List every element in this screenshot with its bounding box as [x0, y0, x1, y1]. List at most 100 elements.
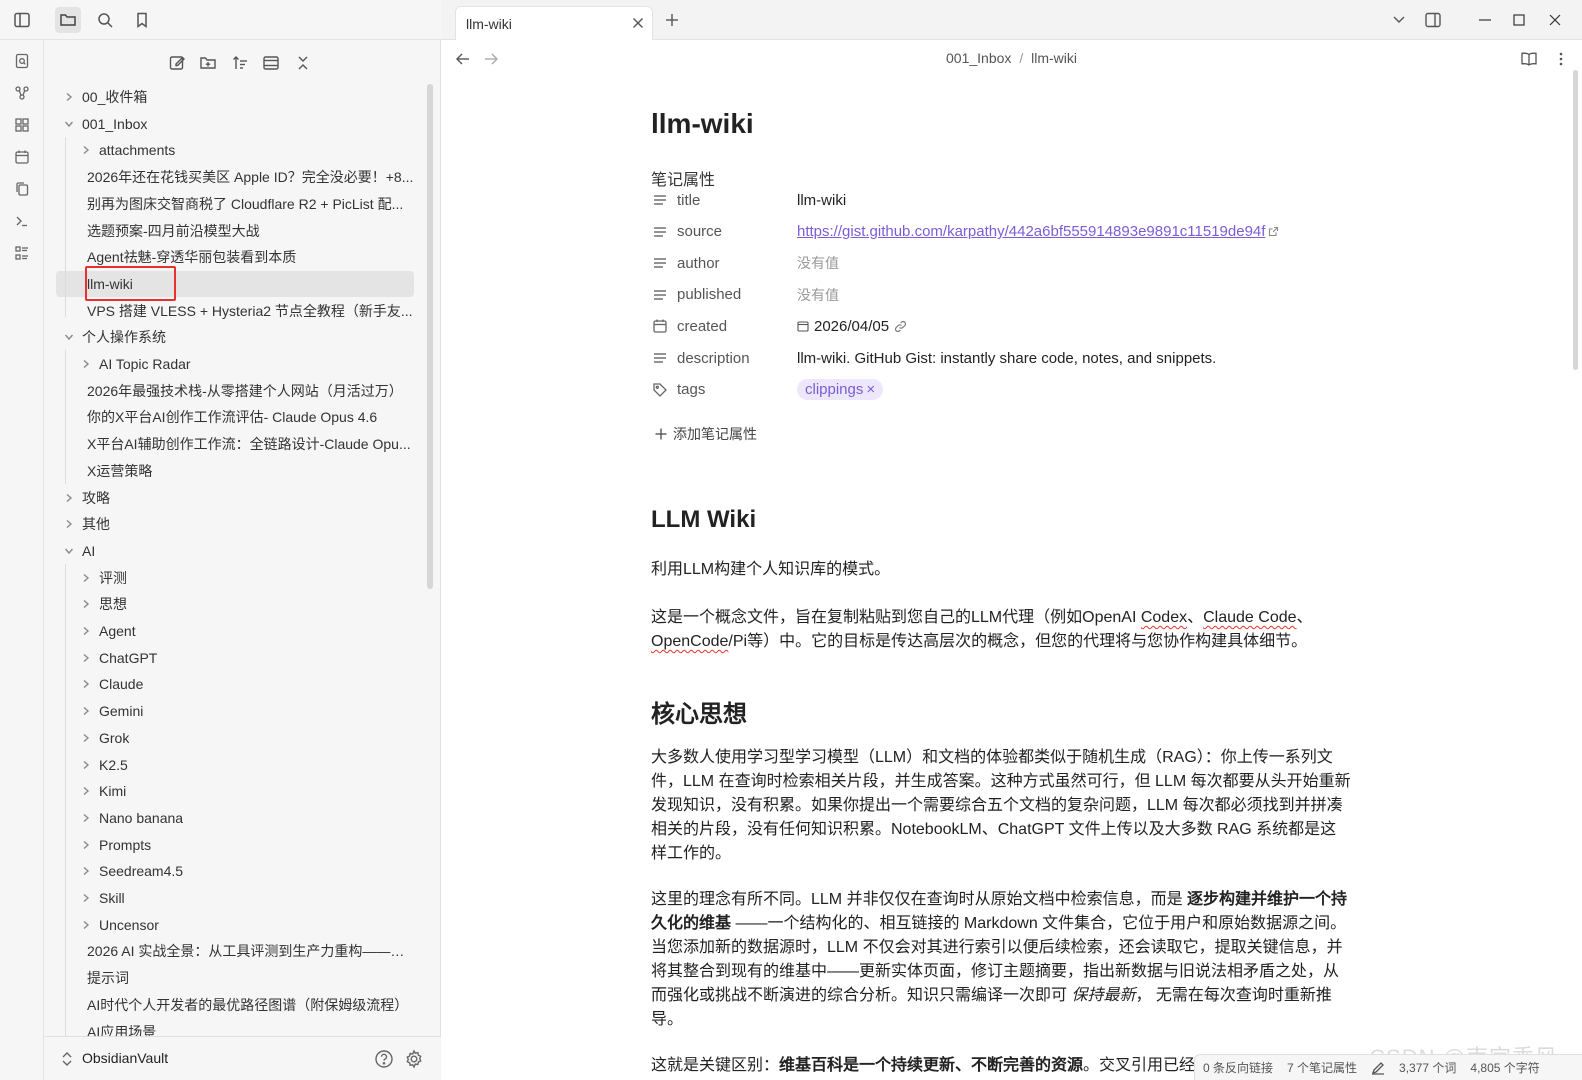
chevron-right-icon[interactable] — [79, 811, 93, 825]
file-tree-folder[interactable]: Grok — [56, 725, 414, 751]
chevron-right-icon[interactable] — [79, 677, 93, 691]
maximize-window-icon[interactable] — [1512, 13, 1526, 27]
chevron-right-icon[interactable] — [79, 758, 93, 772]
collapse-all-icon[interactable] — [290, 50, 316, 76]
help-icon[interactable] — [374, 1049, 394, 1069]
file-tree-folder[interactable]: 思想 — [56, 591, 414, 617]
file-tree-folder[interactable]: ChatGPT — [56, 645, 414, 671]
file-tree-note[interactable]: 2026 AI 实战全景：从工具评测到生产力重构——老... — [56, 938, 414, 964]
chevron-right-icon[interactable] — [79, 891, 93, 905]
property-value[interactable]: 没有值 — [797, 285, 839, 305]
chevron-right-icon[interactable] — [79, 864, 93, 878]
property-value[interactable]: 没有值 — [797, 253, 839, 273]
chevron-down-icon[interactable] — [62, 544, 76, 558]
file-tree-folder[interactable]: Nano banana — [56, 805, 414, 831]
auto-reveal-icon[interactable] — [258, 50, 284, 76]
editor-scrollbar[interactable] — [1573, 70, 1578, 370]
file-tree-note[interactable]: 提示词 — [56, 965, 414, 991]
chevron-right-icon[interactable] — [79, 918, 93, 932]
reading-view-book-icon[interactable] — [1520, 51, 1538, 67]
outline-list-icon[interactable] — [11, 242, 33, 264]
file-tree-folder[interactable]: Skill — [56, 885, 414, 911]
file-tree-note[interactable]: X运营策略 — [56, 458, 414, 484]
property-value[interactable]: clippings × — [797, 379, 884, 401]
more-options-icon[interactable] — [1558, 51, 1564, 67]
link-chain-icon[interactable] — [894, 320, 907, 333]
chevron-right-icon[interactable] — [79, 357, 93, 371]
vault-switcher[interactable]: ObsidianVault — [44, 1036, 441, 1080]
canvas-icon[interactable] — [11, 114, 33, 136]
chevron-right-icon[interactable] — [79, 143, 93, 157]
chevron-right-icon[interactable] — [62, 90, 76, 104]
property-key[interactable]: created — [651, 318, 797, 335]
file-tree-folder[interactable]: attachments — [56, 137, 414, 163]
minimize-window-icon[interactable] — [1478, 13, 1492, 27]
chevron-right-icon[interactable] — [79, 597, 93, 611]
file-tree-folder[interactable]: AI — [56, 538, 414, 564]
new-note-icon[interactable] — [164, 50, 190, 76]
breadcrumb-folder[interactable]: 001_Inbox — [946, 50, 1011, 66]
file-tree-note[interactable]: 选题预案-四月前沿模型大战 — [56, 218, 414, 244]
close-window-icon[interactable] — [1548, 13, 1562, 27]
chevron-down-icon[interactable] — [62, 330, 76, 344]
file-tree-folder[interactable]: 00_收件箱 — [56, 84, 414, 110]
file-tree-note[interactable]: AI时代个人开发者的最优路径图谱（附保姆级流程） — [56, 992, 414, 1018]
chevron-right-icon[interactable] — [79, 571, 93, 585]
file-tree-note[interactable]: 别再为图床交智商税了 Cloudflare R2 + PicList 配... — [56, 191, 414, 217]
chevron-down-icon[interactable] — [62, 117, 76, 131]
chevron-right-icon[interactable] — [62, 491, 76, 505]
search-icon[interactable] — [92, 7, 118, 33]
property-value[interactable]: llm-wiki — [797, 192, 846, 209]
sort-order-icon[interactable] — [227, 50, 253, 76]
graph-view-icon[interactable] — [11, 82, 33, 104]
tag-pill[interactable]: clippings × — [797, 379, 884, 401]
toggle-sidebar-icon[interactable] — [9, 7, 35, 33]
files-folder-icon[interactable] — [55, 7, 81, 33]
note-title[interactable]: llm-wiki — [651, 108, 754, 140]
file-tree-note[interactable]: 你的X平台AI创作工作流评估- Claude Opus 4.6 — [56, 404, 414, 430]
file-tree-folder[interactable]: K2.5 — [56, 752, 414, 778]
sidebar-scrollbar[interactable] — [427, 84, 433, 589]
file-tree-folder[interactable]: Gemini — [56, 698, 414, 724]
file-tree-folder[interactable]: 其他 — [56, 511, 414, 537]
file-tree-folder[interactable]: Agent — [56, 618, 414, 644]
file-tree-folder[interactable]: Seedream4.5 — [56, 858, 414, 884]
tab-llm-wiki[interactable]: llm-wiki — [455, 6, 653, 40]
chevron-right-icon[interactable] — [79, 784, 93, 798]
source-link[interactable]: https://gist.github.com/karpathy/442a6bf… — [797, 223, 1265, 240]
status-backlinks[interactable]: 0 条反向链接 — [1203, 1059, 1273, 1076]
property-value[interactable]: https://gist.github.com/karpathy/442a6bf… — [797, 223, 1279, 240]
file-tree-folder[interactable]: Uncensor — [56, 912, 414, 938]
new-tab-plus-icon[interactable] — [665, 13, 679, 27]
daily-note-calendar-icon[interactable] — [11, 146, 33, 168]
file-tree-folder[interactable]: AI Topic Radar — [56, 351, 414, 377]
status-properties[interactable]: 7 个笔记属性 — [1287, 1059, 1357, 1076]
file-tree-folder[interactable]: Kimi — [56, 778, 414, 804]
file-tree-note[interactable]: 2026年最强技术栈-从零搭建个人网站（月活过万） — [56, 378, 414, 404]
settings-gear-icon[interactable] — [404, 1049, 424, 1069]
property-key[interactable]: author — [651, 255, 797, 272]
file-tree-folder[interactable]: 攻略 — [56, 485, 414, 511]
file-tree-folder[interactable]: Prompts — [56, 832, 414, 858]
file-tree-note[interactable]: X平台AI辅助创作工作流：全链路设计-Claude Opu... — [56, 431, 414, 457]
chevron-right-icon[interactable] — [79, 704, 93, 718]
templates-copy-icon[interactable] — [11, 178, 33, 200]
property-key[interactable]: description — [651, 350, 797, 367]
property-key[interactable]: tags — [651, 381, 797, 398]
file-tree-folder[interactable]: 个人操作系统 — [56, 324, 414, 350]
file-tree-folder[interactable]: 评测 — [56, 565, 414, 591]
file-tree-note[interactable]: 2026年还在花钱买美区 Apple ID？完全没必要！+8... — [56, 164, 414, 190]
property-key[interactable]: published — [651, 286, 797, 303]
add-property-button[interactable]: 添加笔记属性 — [655, 424, 757, 444]
chevron-right-icon[interactable] — [79, 838, 93, 852]
property-key[interactable]: source — [651, 223, 797, 240]
tab-list-chevron-down-icon[interactable] — [1392, 14, 1406, 26]
edit-mode-pencil-icon[interactable] — [1371, 1061, 1385, 1075]
file-tree-folder[interactable]: Claude — [56, 671, 414, 697]
toggle-right-sidebar-icon[interactable] — [1424, 11, 1442, 29]
command-palette-terminal-icon[interactable] — [11, 210, 33, 232]
file-tree-folder[interactable]: 001_Inbox — [56, 111, 414, 137]
chevron-right-icon[interactable] — [79, 651, 93, 665]
chevron-right-icon[interactable] — [62, 517, 76, 531]
close-tab-icon[interactable] — [632, 17, 644, 29]
